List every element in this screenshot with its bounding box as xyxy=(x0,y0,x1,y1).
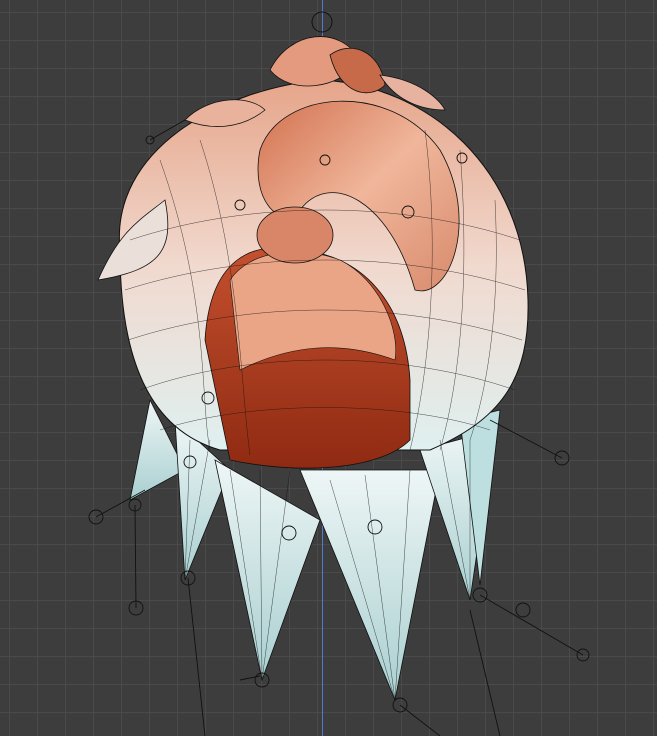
mesh-model[interactable] xyxy=(0,0,657,736)
coil-knot xyxy=(256,206,334,264)
3d-viewport[interactable] xyxy=(0,0,657,736)
bone-joint-icon xyxy=(515,602,531,618)
origin-marker-icon[interactable] xyxy=(311,11,333,33)
spike-center xyxy=(299,469,441,702)
spike-left-center xyxy=(214,459,321,682)
